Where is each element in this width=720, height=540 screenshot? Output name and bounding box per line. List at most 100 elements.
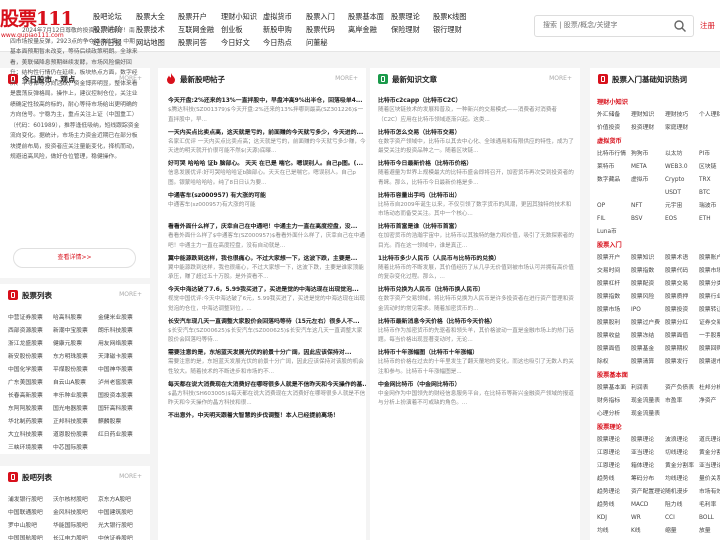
keyword-link[interactable]: 随机漫步 [665, 486, 699, 499]
nav-link[interactable]: 股票基本面 [348, 10, 384, 23]
keyword-link[interactable]: 股票股利 [597, 317, 631, 330]
grid-link[interactable]: 国轩高科股票 [98, 403, 143, 416]
grid-link[interactable]: 京东方A股吧 [98, 494, 143, 507]
hot-post-item[interactable]: 一天内买点比卖点高，这天就是亏的，前面赚的今天就亏多少，今天进的... 名家汇优评… [168, 128, 366, 160]
knowledge-article-item[interactable]: 比特币最新消息今天价格（比特币今天价格） 比特币作为加密货币的先驱者和领头羊，其价… [378, 317, 574, 349]
keyword-link[interactable]: 趋势线 [597, 499, 631, 512]
post-title[interactable]: 比特币最新消息今天价格（比特币今天价格） [378, 317, 574, 327]
keyword-link[interactable]: FIL [597, 213, 631, 226]
keyword-link[interactable]: 股票杠杆 [597, 278, 631, 291]
keyword-link[interactable]: 狗狗币 [631, 148, 665, 161]
keyword-link[interactable]: 理财知识 [631, 109, 665, 122]
keyword-link[interactable]: 净资产 [699, 395, 720, 408]
keyword-link[interactable]: 趋势线 [597, 473, 631, 486]
keyword-link[interactable]: 切线理论 [665, 447, 699, 460]
grid-link[interactable]: 国光电器股票 [53, 403, 98, 416]
nav-link[interactable]: 保险理财 [391, 23, 420, 36]
keyword-link[interactable]: BOLL [699, 512, 720, 525]
keyword-link[interactable]: 股票市场 [699, 265, 720, 278]
grid-link[interactable]: 西部资源股票 [8, 325, 53, 338]
grid-link[interactable]: 华能国际股吧 [53, 520, 98, 533]
keyword-link[interactable]: 虚拟币 [631, 174, 665, 187]
hot-post-item[interactable]: 不出意外，中天明天跟着大智慧的步伐调整！本人已经提前离场！ [168, 411, 366, 443]
keyword-link[interactable]: KDJ [597, 512, 631, 525]
keyword-link[interactable]: 股票收益 [597, 330, 631, 343]
keyword-link[interactable]: BTC [699, 187, 720, 200]
knowledge-article-item[interactable]: 比特币怎么交易（比特币交易） 在数字资产领域中，比特币以其去中心化、全球通用和有限… [378, 128, 574, 160]
keyword-link[interactable]: 股票清算 [631, 356, 665, 369]
keyword-link[interactable]: 市盈率 [665, 395, 699, 408]
keyword-link[interactable]: 箱体理论 [631, 460, 665, 473]
nav-link[interactable]: 今日好文 [221, 36, 257, 49]
keyword-link[interactable]: K线 [631, 525, 665, 538]
post-title[interactable]: 每天都在说大消费现在大消费好在哪呀很多人就是不信昨天和今天操作的基... [168, 380, 366, 390]
nav-link[interactable]: 网站地图 [136, 36, 165, 49]
post-title[interactable]: 中金网比特币（中金网比特币） [378, 380, 574, 390]
nav-link[interactable]: 股票开户 [178, 10, 214, 23]
grid-link[interactable]: 用友网络股票 [98, 338, 143, 351]
grid-link[interactable]: 中国联通股吧 [8, 507, 53, 520]
hot-post-item[interactable]: 今天开盘:2%还来的13%一直拌股中，早盘冲高9%出半仓，回落吸单4... $腾达… [168, 96, 366, 128]
post-title[interactable]: 比特币首富是谁（比特币首富） [378, 222, 574, 232]
keyword-link[interactable]: 股票知识 [631, 252, 665, 265]
grid-link[interactable]: 浦发银行股吧 [8, 494, 53, 507]
keyword-link[interactable]: 除权 [597, 356, 631, 369]
grid-link[interactable]: 中芯国际股票 [53, 442, 98, 455]
keyword-link[interactable]: 价值投资 [597, 122, 631, 135]
grid-link[interactable]: 正邦科技股票 [53, 416, 98, 429]
nav-link[interactable]: 银行理财 [433, 23, 466, 36]
keyword-link[interactable]: 股票过户费 [631, 317, 665, 330]
keyword-link[interactable]: 股票指数 [597, 291, 631, 304]
keyword-link[interactable]: EOS [665, 213, 699, 226]
keyword-link[interactable]: 股票冻结 [631, 330, 665, 343]
search-box[interactable] [534, 15, 694, 37]
keyword-link[interactable]: 现金流量表 [631, 395, 665, 408]
keyword-link[interactable]: 道氏理论 [699, 434, 720, 447]
nav-link[interactable]: 股票入门 [306, 10, 335, 23]
knowledge-article-item[interactable]: 中金网比特币（中金网比特币） 中金网作为中国领先的财经信息服务平台，在比特币等新兴… [378, 380, 574, 412]
keyword-link[interactable]: 股票账户 [699, 252, 720, 265]
grid-link[interactable]: 金风科技股吧 [53, 507, 98, 520]
keyword-link[interactable]: 亚当理论 [699, 460, 720, 473]
nav-link[interactable]: 离岸金融 [348, 23, 384, 36]
keyword-link[interactable]: BSV [631, 213, 665, 226]
keyword-link[interactable]: 利润表 [631, 382, 665, 395]
keyword-link[interactable]: 股票基金 [631, 343, 665, 356]
keyword-link[interactable]: 瑞波币 [699, 200, 720, 213]
nav-link[interactable]: 理财小知识 [221, 10, 257, 23]
keyword-link[interactable]: 股票退市 [699, 356, 720, 369]
hot-post-item[interactable]: 翼中能源跌到这样，我也很痛心，不过大家想一下，这波下跌，主要是... 翼中能源跌到… [168, 254, 366, 286]
hot-post-item[interactable]: 中通客车(sz000957) 有大涨的可能 中通客车(sz000957)有大涨的可… [168, 191, 366, 223]
keyword-section-title[interactable]: 股票基本面 [597, 369, 720, 382]
post-title[interactable]: 今天开盘:2%还来的13%一直拌股中，早盘冲高9%出半仓，回落吸单4... [168, 96, 366, 106]
keyword-link[interactable] [699, 226, 720, 239]
hot-post-item[interactable]: 需要注意的是，东旭蓝天发展光伏的前景十分广阔，因此应该保持对... 需要注意的是，… [168, 348, 366, 380]
keyword-link[interactable]: 杜邦分析 [699, 382, 720, 395]
keyword-link[interactable]: NFT [631, 200, 665, 213]
post-title[interactable]: 比特币怎么交易（比特币交易） [378, 128, 574, 138]
keyword-link[interactable]: 财务指标 [597, 395, 631, 408]
grid-link[interactable]: 平煤股份股票 [53, 364, 98, 377]
nav-link[interactable]: 股票理论 [391, 10, 420, 23]
keyword-link[interactable]: 外汇储备 [597, 109, 631, 122]
keyword-link[interactable]: 均线理论 [665, 473, 699, 486]
grid-link[interactable]: 中国建筑股吧 [98, 507, 143, 520]
grid-link[interactable]: 华北制药股票 [8, 416, 53, 429]
nav-link[interactable]: 问董秘 [306, 36, 335, 49]
grid-link[interactable]: 中营证券股票 [8, 312, 53, 325]
keyword-link[interactable] [631, 226, 665, 239]
nav-link[interactable]: 虚拟货币 [263, 10, 292, 23]
view-details-button[interactable]: 查看详情>> [13, 248, 136, 268]
knowledge-article-item[interactable]: 比特币容量出手吗（比特币出） 比特币自2009年诞生以来，不仅引领了数字货币的风潮… [378, 191, 574, 223]
keyword-link[interactable] [665, 408, 699, 421]
knowledge-article-item[interactable]: 比特币兑换为人民币（比特币换人民币） 在数字资产交易领域，将比特币兑换为人民币是许… [378, 285, 574, 317]
knowledge-article-item[interactable]: 比特币首富是谁（比特币首富） 在加密货币的浩瀚宇宙中，比特币以其独特的魅力和价值，… [378, 222, 574, 254]
post-title[interactable]: 长安汽车现几天一直调整大家股价会回落吗等待（15元左右）很多人不... [168, 317, 366, 327]
keyword-link[interactable]: 股票开户 [597, 252, 631, 265]
keyword-link[interactable]: ETH [699, 213, 720, 226]
grid-link[interactable]: 东阿阿胶股票 [8, 403, 53, 416]
nav-link[interactable]: 股票大全 [136, 10, 165, 23]
keyword-link[interactable]: 资产负债表 [665, 382, 699, 395]
grid-link[interactable]: 自云山A股票 [53, 377, 98, 390]
post-title[interactable]: 看看外面什么样了，庆幸自己在中通吧！中通主力一直在高度控盘，没... [168, 222, 366, 232]
